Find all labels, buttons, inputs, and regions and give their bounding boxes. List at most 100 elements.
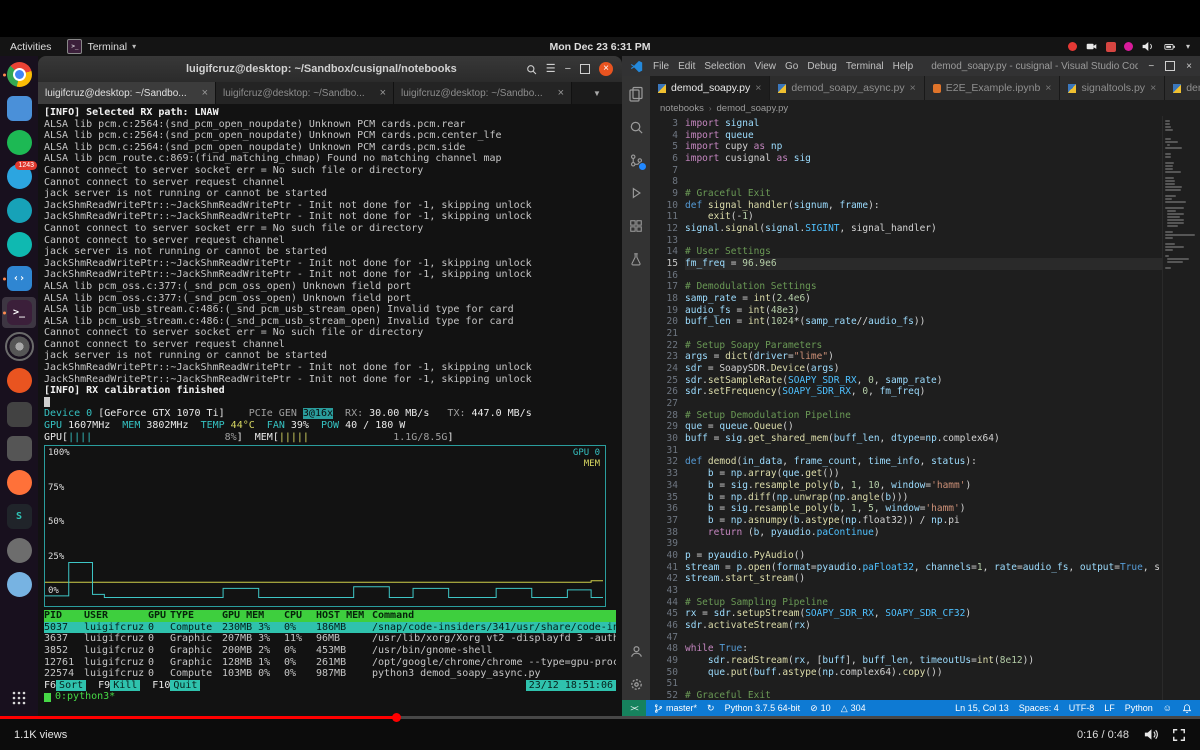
breadcrumb-item[interactable]: notebooks xyxy=(660,103,704,114)
tab-close-icon[interactable]: × xyxy=(202,87,208,99)
minimap[interactable] xyxy=(1162,116,1200,700)
volume-icon[interactable] xyxy=(1143,727,1158,742)
dock-item-music-teal[interactable] xyxy=(2,229,36,260)
tab-close-icon[interactable]: × xyxy=(1045,82,1051,94)
process-row[interactable]: 22574 luigifcruz 0 Compute 103MB 0% 0% 987MB py… xyxy=(44,668,616,680)
maximize-button[interactable] xyxy=(1165,61,1176,72)
terminal-titlebar[interactable]: luigifcruz@desktop: ~/Sandbox/cusignal/n… xyxy=(38,56,622,82)
status-sync[interactable]: ↻ xyxy=(707,703,715,714)
tab-close-icon[interactable]: × xyxy=(910,82,916,94)
terminal-content[interactable]: [INFO] Selected RX path: LNAW ALSA lib pc… xyxy=(38,104,622,716)
close-button[interactable]: × xyxy=(1186,61,1192,72)
activity-search-icon[interactable] xyxy=(626,117,646,137)
menu-edit[interactable]: Edit xyxy=(678,61,695,72)
activity-run-debug-icon[interactable] xyxy=(626,183,646,203)
clock[interactable]: Mon Dec 23 6:31 PM xyxy=(550,41,651,53)
terminal-tab[interactable]: luigifcruz@desktop: ~/Sandbo... × xyxy=(394,82,572,104)
editor-tab[interactable]: signaltools.py × xyxy=(1060,76,1166,100)
editor-tab[interactable]: demod_soapy.py × xyxy=(650,76,771,100)
activity-source-control-icon[interactable] xyxy=(626,150,647,171)
camera-icon[interactable] xyxy=(1085,41,1098,52)
editor-tab-label: E2E_Example.ipynb xyxy=(945,82,1041,94)
activity-testing-icon[interactable] xyxy=(626,249,646,269)
menu-go[interactable]: Go xyxy=(785,61,798,72)
editor-tab[interactable]: dem xyxy=(1165,76,1200,100)
terminal-tab[interactable]: luigifcruz@desktop: ~/Sandbo... × xyxy=(38,82,216,104)
tab-close-icon[interactable]: × xyxy=(755,82,761,94)
maximize-button[interactable] xyxy=(580,64,590,74)
close-button[interactable]: × xyxy=(599,62,613,76)
dock-item-mail[interactable] xyxy=(2,195,36,226)
process-row[interactable]: 3637 luigifcruz 0 Graphic 207MB 3% 11% 96MB/us… xyxy=(44,633,616,645)
code-editor[interactable]: import signal import queue import cupy as … xyxy=(685,116,1162,700)
dock-item-screenshot[interactable] xyxy=(2,535,36,566)
process-row[interactable]: 3852 luigifcruz 0 Graphic 200MB 2% 0% 453MB/us… xyxy=(44,645,616,657)
minimize-button[interactable]: − xyxy=(565,63,571,75)
status-language-mode[interactable]: Python xyxy=(1125,703,1153,713)
menu-icon[interactable]: ☰ xyxy=(546,63,556,75)
status-notifications[interactable] xyxy=(1182,703,1192,714)
chevron-down-icon[interactable]: ▾ xyxy=(1186,42,1190,51)
vscode-titlebar[interactable]: File Edit Selection View Go Debug Terminal Help… xyxy=(622,56,1200,76)
terminal-log-line: Cannot connect to server request channel xyxy=(44,176,285,188)
tab-close-icon[interactable]: × xyxy=(558,87,564,99)
dock-item-app-s[interactable]: S xyxy=(2,501,36,532)
menu-view[interactable]: View xyxy=(755,61,777,72)
tab-close-icon[interactable]: × xyxy=(380,87,386,99)
menu-debug[interactable]: Debug xyxy=(807,61,836,72)
dock-item-chrome[interactable] xyxy=(2,59,36,90)
menu-help[interactable]: Help xyxy=(893,61,914,72)
status-encoding[interactable]: UTF-8 xyxy=(1069,703,1095,713)
status-eol[interactable]: LF xyxy=(1104,703,1115,713)
activity-explorer-icon[interactable] xyxy=(626,84,646,104)
fullscreen-icon[interactable] xyxy=(1172,728,1186,742)
volume-icon[interactable] xyxy=(1141,40,1154,53)
dock-item-chromium[interactable] xyxy=(2,569,36,600)
editor-tab[interactable]: E2E_Example.ipynb × xyxy=(924,76,1061,100)
battery-icon[interactable] xyxy=(1162,41,1178,52)
tab-list-dropdown-icon[interactable]: ▼ xyxy=(572,82,622,104)
terminal-tab[interactable]: luigifcruz@desktop: ~/Sandbo... × xyxy=(216,82,394,104)
activity-account-icon[interactable] xyxy=(626,641,646,661)
minimize-button[interactable]: − xyxy=(1148,61,1154,72)
fkey-kill[interactable]: F9 Kill xyxy=(98,679,141,692)
breadcrumb-item[interactable]: demod_soapy.py xyxy=(717,103,789,114)
status-feedback[interactable]: ☺ xyxy=(1163,703,1172,713)
music-teal-icon xyxy=(6,232,32,257)
dock-item-settings[interactable] xyxy=(2,331,36,362)
show-applications-button[interactable] xyxy=(2,682,36,713)
minimap-line xyxy=(1165,255,1170,257)
dock-item-terminal[interactable]: >_ xyxy=(2,297,36,328)
status-cursor-position[interactable]: Ln 15, Col 13 xyxy=(955,703,1009,713)
activity-settings-gear-icon[interactable] xyxy=(626,674,646,694)
menu-selection[interactable]: Selection xyxy=(704,61,745,72)
fkey-quit[interactable]: F10 Quit xyxy=(152,679,201,692)
status-python-interpreter[interactable]: Python 3.7.5 64-bit xyxy=(725,703,801,713)
breadcrumb[interactable]: notebooks › demod_soapy.py xyxy=(650,100,1200,116)
menu-file[interactable]: File xyxy=(653,61,669,72)
dock-item-app-box[interactable] xyxy=(2,399,36,430)
activity-extensions-icon[interactable] xyxy=(626,216,646,236)
menu-terminal[interactable]: Terminal xyxy=(846,61,884,72)
dock-item-vscode[interactable]: ‹› xyxy=(2,263,36,294)
dock-item-telegram[interactable]: 1243 xyxy=(2,161,37,192)
process-row[interactable]: 5037 luigifcruz 0 Compute 230MB 3% 0% 186MB/sn… xyxy=(44,621,616,634)
dock-item-firefox[interactable] xyxy=(2,467,36,498)
remote-indicator[interactable]: >< xyxy=(622,700,646,716)
search-icon[interactable] xyxy=(526,64,537,75)
dock-item-ubuntu-orange[interactable] xyxy=(2,365,36,396)
tab-close-icon[interactable]: × xyxy=(1150,82,1156,94)
activities-button[interactable]: Activities xyxy=(10,41,51,53)
fkey-sort[interactable]: F6 Sort xyxy=(44,679,87,692)
editor-tab[interactable]: demod_soapy_async.py × xyxy=(770,76,925,100)
dock-item-files[interactable] xyxy=(2,93,36,124)
app-menu[interactable]: >_ Terminal ▾ xyxy=(67,39,136,54)
dock-item-spotify[interactable] xyxy=(2,127,36,158)
system-tray[interactable]: ▾ xyxy=(1067,40,1190,53)
dock-item-app-cube[interactable] xyxy=(2,433,36,464)
status-warnings[interactable]: △ 304 xyxy=(841,703,866,714)
status-indentation[interactable]: Spaces: 4 xyxy=(1019,703,1059,713)
process-row[interactable]: 12761 luigifcruz 0 Graphic 128MB 1% 0% 261MB/o… xyxy=(44,657,616,669)
status-git-branch[interactable]: master* xyxy=(654,703,697,714)
status-errors[interactable]: ⊘ 10 xyxy=(810,703,831,714)
